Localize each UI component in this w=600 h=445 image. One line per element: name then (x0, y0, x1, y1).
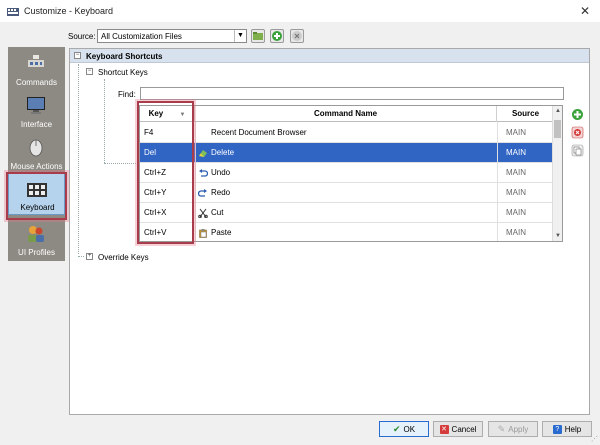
remove-icon (292, 31, 302, 41)
scroll-down-icon[interactable]: ▼ (553, 231, 562, 241)
table-scrollbar[interactable]: ▲ ▼ (552, 106, 562, 241)
find-input[interactable] (140, 87, 564, 100)
check-icon: ✔ (392, 423, 401, 434)
resize-grip-icon[interactable]: ⋰ (591, 435, 598, 443)
source-cell: MAIN (506, 168, 526, 177)
command-cell: Redo (211, 188, 231, 197)
section-title: Keyboard Shortcuts (86, 52, 163, 61)
source-dropdown[interactable]: All Customization Files ▼ (97, 29, 247, 43)
sidebar-item-label: Commands (16, 78, 57, 87)
cancel-button[interactable]: ✕ Cancel (433, 421, 483, 437)
monitor-icon (27, 97, 45, 114)
unload-file-button[interactable] (290, 29, 304, 43)
help-button[interactable]: ? Help (542, 421, 592, 437)
table-row[interactable]: Ctrl+V Paste MAIN (140, 223, 554, 241)
find-label: Find: (118, 90, 136, 99)
table-row[interactable]: Del Delete MAIN (140, 143, 554, 163)
window-title: Customize - Keyboard (24, 6, 114, 16)
chevron-down-icon[interactable]: ▼ (234, 30, 246, 42)
redo-icon (198, 189, 207, 197)
sidebar-item-ui-profiles[interactable]: UI Profiles (8, 217, 65, 259)
tree-line (104, 79, 105, 163)
commands-icon (28, 55, 44, 67)
source-label: Source: (68, 32, 96, 41)
key-column-highlight-frame (137, 101, 194, 244)
sidebar-item-interface[interactable]: Interface (8, 89, 65, 131)
tree-line (78, 64, 79, 254)
keyboard-highlight-frame (6, 172, 67, 220)
table-row[interactable]: F4 Recent Document Browser MAIN (140, 123, 554, 143)
override-keys-label: Override Keys (98, 253, 149, 262)
collapse-icon[interactable]: − (86, 68, 93, 75)
sidebar-item-label: Mouse Actions (10, 162, 63, 171)
clipboard-icon (199, 229, 207, 238)
help-icon: ? (552, 424, 562, 434)
table-row[interactable]: Ctrl+Z Undo MAIN (140, 163, 554, 183)
apply-button[interactable]: ✎ Apply (488, 421, 538, 437)
command-cell: Delete (211, 148, 235, 157)
scissors-icon (198, 208, 208, 218)
command-cell: Undo (211, 168, 231, 177)
open-folder-icon (253, 32, 263, 40)
sidebar-item-label: Interface (20, 120, 53, 129)
collapse-icon[interactable]: − (74, 52, 81, 59)
cancel-icon: ✕ (439, 424, 449, 434)
plus-icon (272, 31, 282, 41)
close-icon[interactable]: ✕ (580, 4, 590, 18)
app-icon (7, 8, 19, 16)
table-row[interactable]: Ctrl+X Cut MAIN (140, 203, 554, 223)
ok-label: OK (403, 424, 416, 434)
tree-line (78, 256, 84, 257)
source-cell: MAIN (506, 208, 526, 217)
add-shortcut-icon[interactable] (571, 108, 584, 121)
source-cell: MAIN (506, 228, 526, 237)
command-cell: Paste (211, 228, 232, 237)
eraser-icon (199, 150, 207, 157)
mouse-icon (29, 139, 43, 157)
command-cell: Recent Document Browser (211, 128, 307, 137)
sidebar-item-commands[interactable]: Commands (8, 47, 65, 89)
apply-icon: ✎ (497, 423, 506, 434)
ok-button[interactable]: ✔ OK (379, 421, 429, 437)
scroll-up-icon[interactable]: ▲ (553, 106, 562, 116)
column-divider (497, 122, 498, 241)
column-header-command[interactable]: Command Name (195, 106, 497, 122)
table-header: Key ▼ Command Name Source (140, 106, 554, 122)
help-label: Help (564, 424, 582, 434)
command-cell: Cut (211, 208, 224, 217)
expand-icon[interactable]: + (86, 253, 93, 260)
title-bar: Customize - Keyboard ✕ (0, 0, 600, 22)
cancel-label: Cancel (451, 424, 477, 434)
sidebar-item-label: UI Profiles (18, 248, 55, 257)
shortcut-keys-label: Shortcut Keys (98, 68, 148, 77)
apply-label: Apply (508, 424, 529, 434)
table-row[interactable]: Ctrl+Y Redo MAIN (140, 183, 554, 203)
source-cell: MAIN (506, 128, 526, 137)
source-cell: MAIN (506, 188, 526, 197)
shortcut-table: Key ▼ Command Name Source F4 Recent Docu… (139, 105, 563, 242)
copy-shortcut-icon[interactable] (571, 144, 584, 157)
column-header-source[interactable]: Source (497, 106, 554, 122)
section-header: − Keyboard Shortcuts (70, 49, 589, 63)
tree-line (104, 163, 138, 164)
profiles-icon (28, 226, 44, 242)
remove-shortcut-icon[interactable] (571, 126, 584, 139)
sidebar-item-mouse-actions[interactable]: Mouse Actions (8, 131, 65, 173)
column-divider (195, 122, 196, 241)
open-file-button[interactable] (251, 29, 265, 43)
source-cell: MAIN (506, 148, 526, 157)
customize-sidebar: Commands Interface Mouse Actions Keyboar… (8, 47, 65, 261)
source-value: All Customization Files (101, 32, 182, 41)
undo-icon (199, 169, 208, 177)
new-file-button[interactable] (270, 29, 284, 43)
scroll-thumb[interactable] (554, 120, 561, 138)
